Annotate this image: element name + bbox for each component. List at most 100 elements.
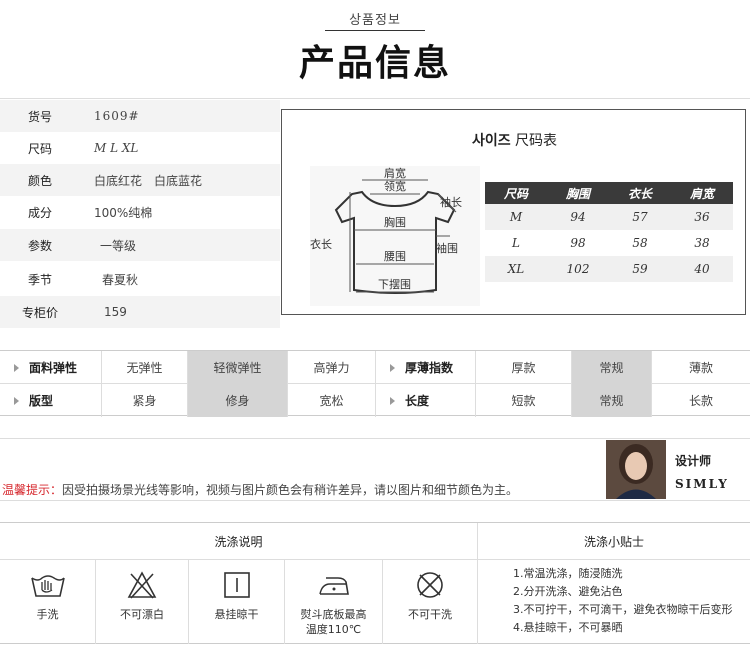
info-label: 参数: [27, 238, 52, 253]
triangle-icon: [14, 363, 19, 372]
list-item: 1.常温洗涤，随浸随洗: [513, 567, 623, 580]
info-value: 白底红花 白底蓝花: [94, 173, 203, 188]
attr-label-fit: 版型: [0, 384, 102, 417]
section-title: 产品信息: [298, 43, 451, 84]
info-label: 颜色: [27, 173, 52, 188]
attr-option-selected: 常规: [572, 351, 652, 384]
info-value: 一等级: [100, 238, 137, 253]
wash-item-iron: 熨斗底板最高 温度110℃: [285, 560, 383, 644]
attr-option-selected: 修身: [188, 384, 288, 417]
size-table: 尺码 胸围 衣长 肩宽 M 94 57 36 L 98 58 38 XL 102…: [485, 182, 733, 282]
size-chart-title-kr: 사이즈: [471, 133, 511, 149]
washing-tips-list: 1.常温洗涤，随浸随洗 2.分开洗涤、避免沾色 3.不可拧干，不可滴干，避免衣物…: [513, 565, 733, 637]
table-row: L 98 58 38: [485, 230, 733, 256]
wash-item-no-dry-clean: 不可干洗: [383, 560, 478, 644]
table-row: M 94 57 36: [485, 204, 733, 230]
size-chart-box: 사이즈 尺码表 肩宽 领宽 袖长 胸围 衣长 袖围 腰围 下摆围 尺码 胸围 衣…: [281, 109, 746, 315]
info-row-grade: 参数 一等级: [0, 229, 280, 261]
label-waist: 腰围: [384, 250, 406, 263]
iron-icon: [318, 577, 349, 595]
attr-option: 薄款: [688, 361, 713, 375]
wash-label: 不可漂白: [120, 608, 164, 621]
attr-option: 无弹性: [102, 351, 188, 384]
size-cell: 38: [694, 236, 710, 250]
label-chest: 胸围: [384, 215, 406, 229]
designer-title: 设计师: [675, 454, 712, 468]
info-value: 100%纯棉: [94, 205, 153, 220]
size-cell: M: [485, 204, 547, 230]
label-hem: 下摆围: [378, 277, 411, 291]
product-info-table: 货号 1609# 尺码 M L XL 颜色 白底红花 白底蓝花 成分 100%纯…: [0, 98, 280, 328]
label-length: 衣长: [310, 237, 332, 251]
color-tip: 温馨提示：因受拍摄场景光线等影响，视频与图片颜色会有稍许差异，请以图片和细节颜色…: [2, 481, 518, 498]
info-row-sku: 货号 1609#: [0, 100, 280, 132]
tip-text: 因受拍摄场景光线等影响，视频与图片颜色会有稍许差异，请以图片和细节颜色为主。: [62, 483, 519, 497]
triangle-icon: [390, 396, 395, 405]
tshirt-outline-icon: 肩宽 领宽 袖长 胸围 衣长 袖围 腰围 下摆围: [310, 166, 480, 306]
size-cell: 102: [547, 256, 609, 282]
info-row-price: 专柜价 159: [0, 296, 280, 328]
label-sleeve-width: 袖围: [436, 241, 458, 255]
tip-label: 温馨提示：: [2, 483, 63, 497]
hand-wash-icon: [30, 575, 65, 597]
size-cell: 98: [570, 236, 586, 250]
list-item: 2.分开洗涤、避免沾色: [513, 585, 623, 598]
attr-label-length: 长度: [376, 384, 476, 417]
triangle-icon: [390, 363, 395, 372]
size-cell: 36: [671, 204, 733, 230]
list-item: 3.不可拧干，不可滴干，避免衣物晾干后变形: [513, 603, 733, 616]
size-header: 尺码: [485, 182, 547, 204]
label-collar: 领宽: [384, 179, 406, 193]
hang-dry-icon: [223, 572, 250, 598]
info-value: 春夏秋: [102, 272, 139, 287]
info-label: 货号: [27, 109, 52, 124]
info-row-size: 尺码 M L XL: [0, 132, 280, 164]
attr-label-thickness: 厚薄指数: [376, 351, 476, 384]
attr-label-elasticity: 面料弹性: [0, 351, 102, 384]
washing-section: 洗涤说明 洗涤小贴士 手洗 不可漂白 悬挂晾干 熨斗底板最高 温度110℃ 不可…: [0, 522, 750, 644]
info-value: M L XL: [94, 141, 139, 155]
triangle-icon: [14, 396, 19, 405]
attr-option-selected: 常规: [572, 384, 652, 417]
info-label: 专柜价: [21, 305, 58, 320]
size-header: 衣长: [609, 182, 671, 204]
attr-option: 长款: [688, 394, 713, 408]
designer-avatar: [606, 440, 666, 499]
washing-instructions-header: 洗涤说明: [0, 523, 478, 560]
wash-item-no-bleach: 不可漂白: [96, 560, 189, 644]
info-row-color: 颜色 白底红花 白底蓝花: [0, 164, 280, 196]
info-row-material: 成分 100%纯棉: [0, 196, 280, 228]
size-cell: L: [512, 236, 520, 250]
header-divider: [325, 30, 425, 31]
table-row: XL 102 59 40: [485, 256, 733, 282]
size-header: 胸围: [547, 182, 609, 204]
attr-option: 紧身: [102, 384, 188, 417]
attr-option: 高弹力: [288, 351, 376, 384]
size-cell: XL: [485, 256, 547, 282]
attr-option-selected: 轻微弹性: [188, 351, 288, 384]
size-cell: 57: [609, 204, 671, 230]
info-value: 1609#: [94, 109, 140, 123]
size-cell: 59: [609, 256, 671, 282]
attr-option: 宽松: [288, 384, 376, 417]
section-subtitle: 상품정보: [349, 13, 401, 28]
wash-label: 手洗: [36, 608, 59, 621]
attr-option: 厚款: [476, 351, 572, 384]
size-chart-title: 사이즈 尺码表: [282, 130, 747, 150]
no-dry-clean-icon: [417, 572, 443, 598]
info-label: 尺码: [27, 141, 52, 156]
label-shoulder: 肩宽: [384, 166, 406, 180]
attributes-table: 面料弹性 无弹性 轻微弹性 高弹力 厚薄指数 厚款 常规 薄款 版型 紧身 修身…: [0, 350, 750, 417]
wash-item-hand-wash: 手洗: [0, 560, 96, 644]
size-cell: 58: [632, 236, 648, 250]
wash-label: 不可干洗: [408, 608, 452, 621]
size-header: 肩宽: [671, 182, 733, 204]
list-item: 4.悬挂晾干，不可暴晒: [513, 621, 623, 634]
wash-label: 悬挂晾干: [214, 608, 259, 621]
info-label: 季节: [27, 272, 52, 287]
designer-name: SIMLY: [675, 477, 729, 491]
attr-option: 短款: [476, 384, 572, 417]
size-cell: 94: [547, 204, 609, 230]
size-chart-title-cn: 尺码表: [515, 133, 558, 149]
washing-tips-header: 洗涤小贴士: [478, 523, 750, 560]
